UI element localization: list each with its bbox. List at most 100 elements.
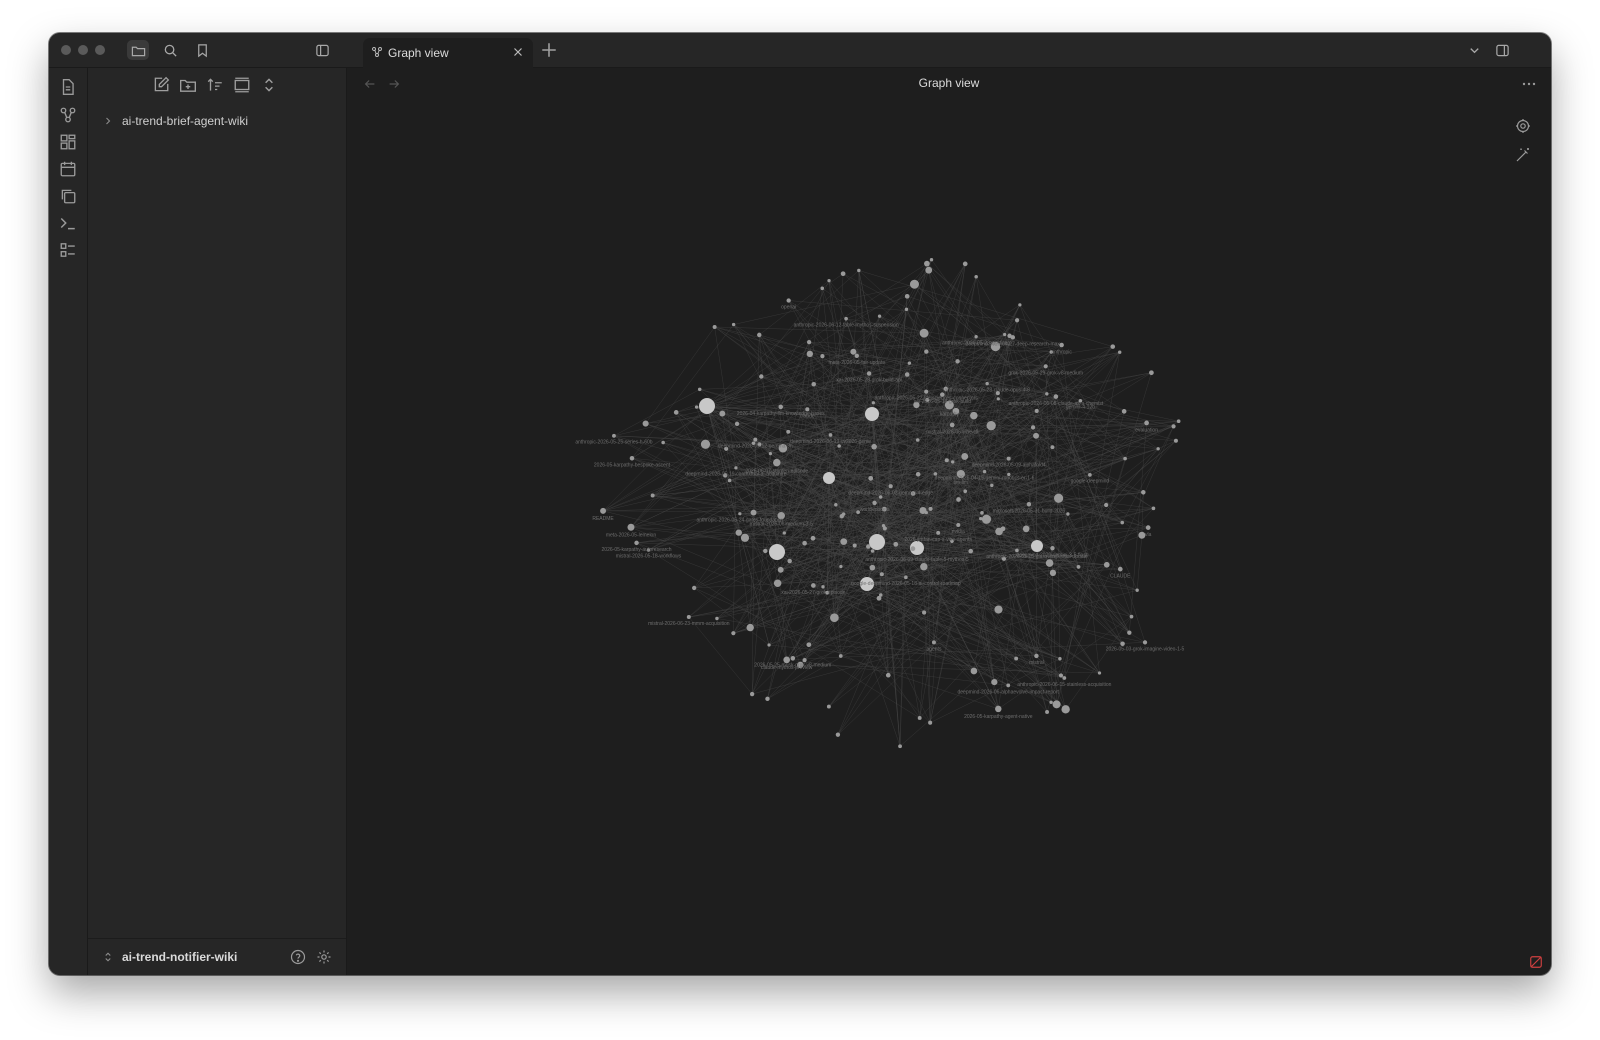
- graph-node[interactable]: [692, 585, 697, 591]
- graph-node[interactable]: [750, 509, 757, 516]
- search-icon[interactable]: [159, 40, 181, 60]
- vault-switcher[interactable]: ai-trend-notifier-wiki: [88, 938, 346, 975]
- vault-switch-icon[interactable]: [102, 951, 114, 963]
- graph-node[interactable]: [928, 720, 933, 725]
- calendar-icon[interactable]: [59, 160, 77, 178]
- graph-node[interactable]: [915, 472, 921, 477]
- graph-node[interactable]: [1076, 565, 1081, 569]
- graph-node[interactable]: [1171, 424, 1176, 429]
- graph-node[interactable]: [924, 260, 930, 267]
- graph-node[interactable]: [1176, 419, 1181, 424]
- graph-node[interactable]: [955, 359, 960, 364]
- graph-node[interactable]: [826, 704, 831, 709]
- file-icon[interactable]: [59, 78, 77, 96]
- new-note-icon[interactable]: [152, 76, 170, 94]
- graph-node[interactable]: [869, 534, 885, 550]
- graph-node[interactable]: [790, 655, 796, 661]
- graph-node[interactable]: [686, 614, 691, 619]
- graph-node[interactable]: [839, 564, 843, 569]
- graph-node[interactable]: [841, 512, 846, 516]
- graph-node[interactable]: [820, 286, 825, 291]
- graph-node[interactable]: [990, 483, 994, 488]
- graph-node[interactable]: [1110, 344, 1116, 349]
- graph-icon[interactable]: [59, 106, 77, 124]
- graph-node[interactable]: [995, 527, 1003, 536]
- graph-node[interactable]: [956, 497, 961, 502]
- graph-node[interactable]: [974, 335, 978, 339]
- expand-icon[interactable]: [260, 76, 278, 94]
- graph-node[interactable]: [994, 605, 1003, 614]
- folder-icon[interactable]: [127, 40, 149, 60]
- graph-node[interactable]: [731, 322, 736, 327]
- graph-node[interactable]: [697, 387, 702, 392]
- graph-node[interactable]: [828, 433, 833, 437]
- graph-node[interactable]: [1049, 700, 1053, 705]
- graph-node[interactable]: [866, 371, 872, 376]
- graph-node[interactable]: [1117, 566, 1123, 572]
- graph-node[interactable]: [885, 672, 891, 678]
- graph-node[interactable]: [974, 274, 978, 279]
- graph-node[interactable]: [1118, 350, 1122, 354]
- graph-node[interactable]: [925, 266, 933, 274]
- zoom-window-button[interactable]: [95, 45, 105, 55]
- graph-node[interactable]: [1045, 710, 1050, 714]
- graph-node[interactable]: [1045, 559, 1054, 567]
- graph-node[interactable]: [773, 458, 781, 467]
- graph-node[interactable]: [746, 623, 754, 632]
- graph-node[interactable]: [1052, 700, 1061, 709]
- graph-node[interactable]: [768, 452, 773, 456]
- graph-node[interactable]: [968, 548, 974, 554]
- graph-node[interactable]: [904, 307, 909, 312]
- graph-node[interactable]: [872, 500, 877, 506]
- graph-node[interactable]: [830, 613, 839, 623]
- graph-node[interactable]: [642, 420, 649, 427]
- graph-node[interactable]: [898, 744, 902, 749]
- graph-node[interactable]: [627, 523, 635, 531]
- graph-node[interactable]: [840, 271, 846, 277]
- graph-node[interactable]: [936, 530, 941, 535]
- graph-node[interactable]: [1061, 705, 1070, 714]
- graph-node[interactable]: [778, 404, 784, 410]
- new-folder-icon[interactable]: [179, 76, 197, 94]
- graph-node[interactable]: [865, 407, 879, 421]
- graph-node[interactable]: [1104, 502, 1109, 508]
- graph-node[interactable]: [734, 466, 738, 470]
- graph-node[interactable]: [763, 548, 768, 554]
- graph-node[interactable]: [806, 339, 812, 345]
- graph-node[interactable]: [712, 324, 717, 329]
- gear-icon[interactable]: [316, 949, 332, 965]
- graph-node[interactable]: [995, 705, 1002, 713]
- graph-node[interactable]: [866, 544, 871, 549]
- graph-node[interactable]: [769, 544, 785, 560]
- graph-node[interactable]: [759, 374, 764, 379]
- copy-icon[interactable]: [59, 187, 77, 205]
- chevron-down-icon[interactable]: [1463, 40, 1485, 60]
- graph-node[interactable]: [782, 531, 786, 535]
- graph-node[interactable]: [985, 381, 989, 386]
- graph-node[interactable]: [907, 361, 912, 365]
- folder-item[interactable]: ai-trend-brief-agent-wiki: [102, 111, 248, 131]
- graph-node[interactable]: [810, 583, 816, 588]
- right-sidebar-icon[interactable]: [1491, 40, 1513, 60]
- graph-node[interactable]: [970, 667, 978, 675]
- graph-node[interactable]: [757, 332, 762, 338]
- graph-node[interactable]: [857, 268, 861, 273]
- graph-node[interactable]: [963, 489, 968, 494]
- graph-node[interactable]: [869, 564, 876, 571]
- graph-node[interactable]: [982, 469, 987, 474]
- graph-node[interactable]: [950, 460, 955, 464]
- graph-node[interactable]: [1173, 438, 1178, 443]
- graph-node[interactable]: [1034, 408, 1039, 413]
- graph-node[interactable]: [765, 696, 770, 702]
- graph-node[interactable]: [787, 558, 792, 564]
- graph-node[interactable]: [996, 397, 1000, 401]
- graph-node[interactable]: [917, 716, 922, 720]
- graph-node[interactable]: [844, 316, 848, 321]
- graph-node[interactable]: [1097, 671, 1102, 675]
- graph-node[interactable]: [1003, 332, 1007, 337]
- graph-node[interactable]: [600, 507, 607, 514]
- graph-node[interactable]: [773, 579, 782, 588]
- graph-node[interactable]: [876, 595, 882, 601]
- graph-node[interactable]: [715, 616, 719, 621]
- graph-node[interactable]: [834, 503, 838, 507]
